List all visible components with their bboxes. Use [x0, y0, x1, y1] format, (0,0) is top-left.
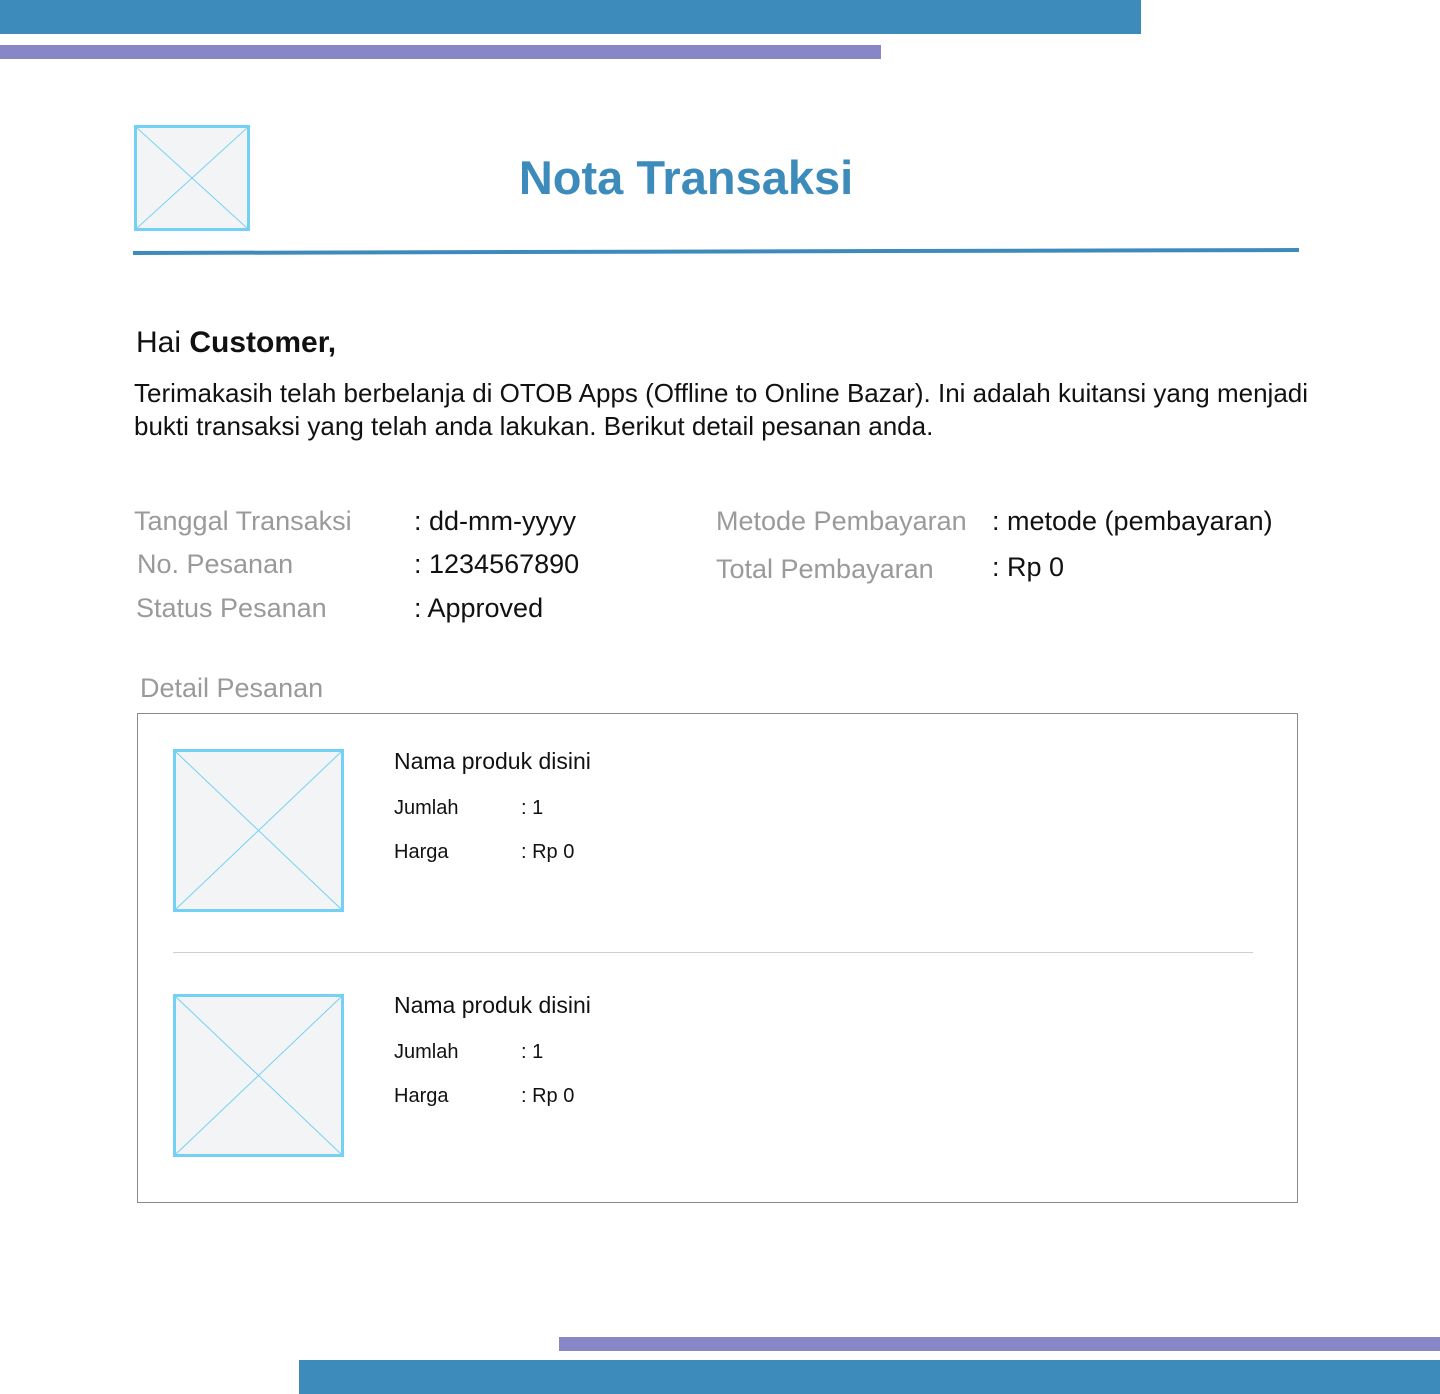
top-blue-bar [0, 0, 1141, 34]
product-qty-label: Jumlah [394, 797, 459, 819]
greeting-prefix: Hai [136, 326, 182, 359]
product-name: Nama produk disini [394, 748, 591, 774]
bottom-blue-bar [299, 1360, 1440, 1394]
transaction-date-value: : dd-mm-yyyy [414, 506, 576, 536]
product-image-placeholder-icon [173, 994, 344, 1157]
payment-total-label: Total Pembayaran [716, 554, 934, 584]
item-divider [173, 952, 1253, 953]
order-number-value: : 1234567890 [414, 549, 580, 579]
product-qty-value: : 1 [521, 797, 544, 819]
transaction-date-label: Tanggal Transaksi [134, 506, 352, 536]
intro-text: Terimakasih telah berbelanja di OTOB App… [134, 378, 1309, 441]
payment-method-value: : metode (pembayaran) [992, 506, 1273, 536]
product-price-value: : Rp 0 [521, 841, 575, 863]
bottom-purple-bar [559, 1337, 1440, 1351]
customer-name: Customer, [189, 326, 337, 359]
header-divider [133, 248, 1299, 255]
order-details-title: Detail Pesanan [140, 673, 324, 703]
payment-total-value: : Rp 0 [992, 552, 1065, 582]
product-qty-label: Jumlah [394, 1041, 459, 1063]
greeting: Hai Customer, [136, 326, 336, 360]
product-price-value: : Rp 0 [521, 1085, 575, 1107]
product-image-placeholder-icon [173, 749, 344, 912]
order-status-label: Status Pesanan [136, 593, 327, 623]
order-number-label: No. Pesanan [137, 549, 294, 579]
product-price-label: Harga [394, 841, 449, 863]
top-purple-bar [0, 45, 881, 59]
order-status-value: : Approved [414, 593, 544, 623]
product-price-label: Harga [394, 1085, 449, 1107]
product-name: Nama produk disini [394, 992, 591, 1018]
page-title: Nota Transaksi [518, 151, 854, 204]
product-qty-value: : 1 [521, 1041, 544, 1063]
payment-method-label: Metode Pembayaran [716, 506, 967, 536]
